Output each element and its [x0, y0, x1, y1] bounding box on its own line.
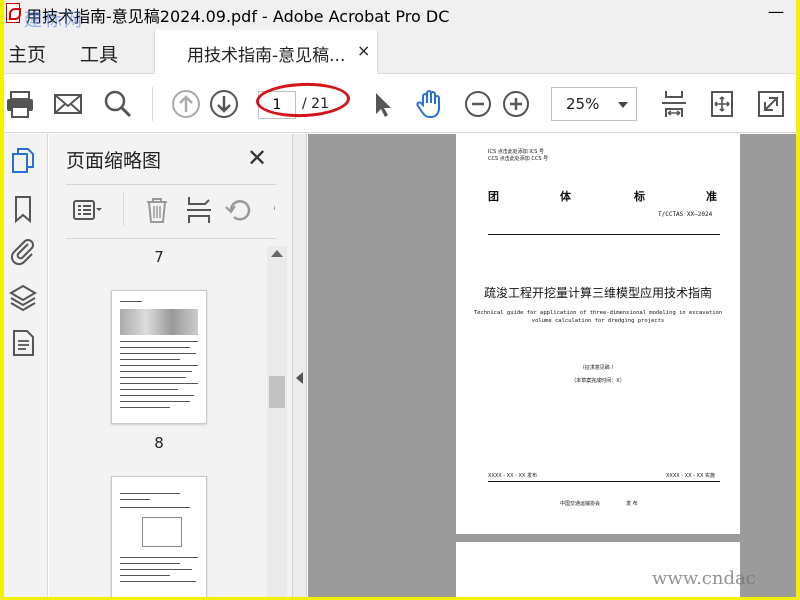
toolbar-separator	[152, 87, 153, 121]
fit-page-width-icon[interactable]	[658, 88, 690, 120]
page-thumbnails-panel: 页面缩略图 ✕ 7 8	[49, 134, 293, 597]
menu-bar: 主页 工具 用技术指南-意见稿... ×	[4, 30, 796, 74]
implementation-date: XXXX - XX - XX 实施	[666, 473, 715, 479]
ics-line: ICS 点击此处添加 ICS 号	[488, 149, 545, 155]
rotate-left-icon[interactable]	[223, 194, 255, 226]
document-title-cn: 疏浚工程开挖量计算三维模型应用技术指南	[483, 286, 712, 300]
document-title-en-1: Technical guide for application of three…	[473, 310, 723, 316]
zoom-level-value: 25%	[566, 95, 600, 113]
trash-icon[interactable]	[141, 194, 173, 226]
full-screen-move-icon[interactable]	[706, 88, 738, 120]
search-icon[interactable]	[102, 88, 134, 120]
thumbnail-page-9[interactable]	[111, 476, 207, 597]
thumbnail-page-8[interactable]	[111, 290, 207, 424]
toolbar: 1 / 21 25%	[4, 75, 796, 133]
previous-page-icon[interactable]	[170, 88, 202, 120]
panel-title: 页面缩略图	[66, 150, 162, 172]
expand-icon[interactable]	[755, 88, 787, 120]
next-page-icon[interactable]	[208, 88, 240, 120]
scroll-up-icon[interactable]	[271, 250, 283, 257]
rotate-right-icon[interactable]	[261, 194, 275, 226]
scrollbar-thumb[interactable]	[269, 376, 285, 408]
home-menu[interactable]: 主页	[8, 40, 46, 67]
layers-icon[interactable]	[8, 282, 38, 312]
page-thumbnails-icon[interactable]	[8, 146, 38, 176]
standard-type-char: 体	[560, 190, 571, 203]
thumbnail-page-label: 8	[154, 434, 164, 452]
tools-menu[interactable]: 工具	[80, 40, 118, 67]
site-watermark-text: www.cndac	[652, 568, 756, 589]
chevron-down-icon	[618, 102, 628, 108]
draft-note: （征求意见稿 ）	[579, 365, 617, 371]
hand-tool-icon[interactable]	[414, 88, 446, 120]
window-title: 用技术指南-意见稿2024.09.pdf - Adobe Acrobat Pro…	[26, 7, 450, 26]
attachment-icon[interactable]	[8, 236, 38, 266]
email-icon[interactable]	[52, 88, 84, 120]
left-tool-rail	[4, 134, 48, 597]
select-arrow-icon[interactable]	[366, 88, 398, 120]
chevron-left-icon	[296, 372, 303, 384]
standard-type-char: 团	[488, 190, 499, 203]
zoom-out-icon[interactable]	[462, 88, 494, 120]
publish-word: 发 布	[626, 501, 638, 507]
zoom-level-dropdown[interactable]: 25%	[551, 87, 637, 121]
close-tab-button[interactable]: ×	[357, 41, 370, 60]
title-bar: 用技术指南-意见稿2024.09.pdf - Adobe Acrobat Pro…	[4, 0, 796, 31]
thumbnail-scrollbar[interactable]	[267, 246, 287, 597]
standard-type-char: 标	[634, 190, 645, 203]
draft-note-time: （本草案完成时间：X）	[571, 378, 625, 384]
document-view[interactable]: ICS 点击此处添加 ICS 号 CCS 点击此处添加 CCS 号 团 体 标 …	[308, 134, 796, 597]
header-rule	[488, 234, 720, 235]
acrobat-app-icon	[6, 3, 21, 23]
site-watermark-logo: 建标网	[24, 10, 84, 31]
ccs-line: CCS 点击此处添加 CCS 号	[488, 156, 549, 162]
print-icon[interactable]	[4, 88, 36, 120]
insert-page-icon[interactable]	[183, 194, 215, 226]
divider	[66, 184, 276, 185]
bookmark-icon[interactable]	[8, 194, 38, 224]
document-tab-label: 用技术指南-意见稿...	[187, 46, 346, 66]
footer-rule	[488, 481, 720, 482]
thumbnail-page-label: 7	[154, 248, 164, 266]
pdf-page-1: ICS 点击此处添加 ICS 号 CCS 点击此处添加 CCS 号 团 体 标 …	[456, 134, 740, 534]
standard-number: T/CCTAS XX—2024	[658, 211, 713, 218]
document-tab[interactable]: 用技术指南-意见稿... ×	[154, 30, 378, 74]
collapse-panel-handle[interactable]	[293, 134, 307, 597]
minimize-button[interactable]: —	[756, 2, 796, 21]
release-date: XXXX - XX - XX 发布	[488, 473, 537, 479]
document-icon[interactable]	[8, 328, 38, 358]
standard-type-char: 准	[706, 190, 717, 203]
thumbnail-options-icon[interactable]	[71, 194, 103, 226]
divider	[66, 238, 276, 239]
zoom-in-icon[interactable]	[500, 88, 532, 120]
acrobat-window: 用技术指南-意见稿2024.09.pdf - Adobe Acrobat Pro…	[4, 0, 796, 597]
document-title-en-2: volume calculation for dredging projects	[531, 318, 665, 324]
panel-separator	[123, 192, 124, 226]
publisher: 中国交通运输协会	[560, 501, 601, 507]
close-panel-button[interactable]: ✕	[245, 144, 269, 172]
